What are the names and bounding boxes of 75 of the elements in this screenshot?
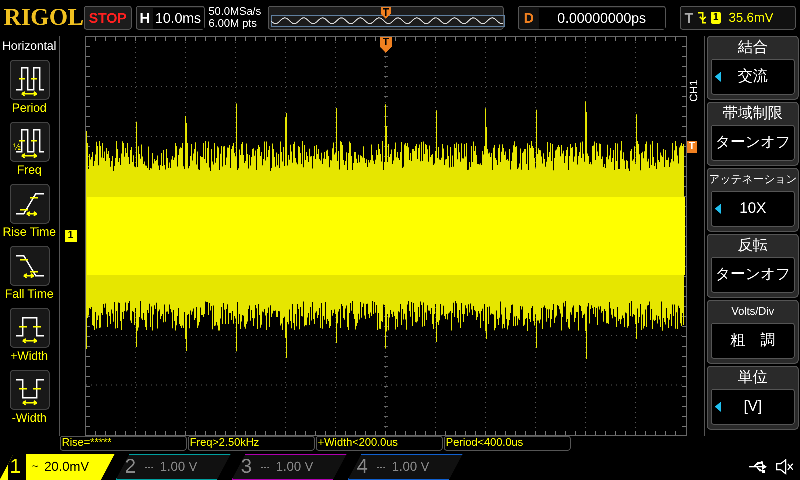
softkey-title: 結合 xyxy=(738,38,768,58)
channel-tab[interactable]: 3 ⎓ 1.00 V xyxy=(232,454,347,480)
selector-arrow-icon xyxy=(715,204,721,214)
measurement-readout: +Width<200.0us xyxy=(316,436,443,451)
softkey-title: 単位 xyxy=(738,368,768,388)
softkey-value: 10X xyxy=(740,198,766,219)
trigger-position-marker: T xyxy=(380,37,392,53)
channel-tab[interactable]: 4 ⎓ 1.00 V xyxy=(348,454,463,480)
measure-label: Rise Time xyxy=(2,224,56,240)
menu-softkey[interactable]: 反転 ターンオフ xyxy=(707,234,799,298)
falling-edge-icon xyxy=(697,11,708,25)
softkey-value: 粗 調 xyxy=(730,330,776,351)
delay-box[interactable]: D 0.00000000ps xyxy=(518,6,666,30)
measure-label: Period xyxy=(12,100,47,116)
selector-arrow-icon xyxy=(715,72,721,82)
measure-button[interactable] xyxy=(10,60,50,100)
trigger-position-marker xyxy=(380,7,391,19)
measurement-readout: Rise=***** xyxy=(60,436,187,451)
memory-depth: 6.00M pts xyxy=(208,18,258,30)
run-stop-button[interactable]: STOP xyxy=(84,6,132,30)
coupling-symbol: ⎓ xyxy=(261,460,270,475)
measure-label: +Width xyxy=(10,348,48,364)
trigger-source-badge: 1 xyxy=(711,12,721,24)
speaker-muted-icon xyxy=(776,459,794,475)
trigger-box[interactable]: T 1 35.6mV xyxy=(680,6,796,30)
delay-label: D xyxy=(523,8,536,28)
delay-value: 0.00000000ps xyxy=(539,8,665,28)
timebase-box[interactable]: H 10.0ms xyxy=(136,6,205,30)
menu-softkey[interactable]: 単位 [V] xyxy=(707,366,799,430)
menu-softkey[interactable]: アッテネーション 10X xyxy=(707,168,799,232)
channel-number: 1 xyxy=(8,452,26,480)
timebase-label: H xyxy=(138,8,151,28)
channel-scale: 1.00 V xyxy=(160,458,198,476)
channel-number: 4 xyxy=(357,455,370,480)
channel-scale: 20.0mV xyxy=(44,458,90,476)
coupling-symbol: ~ xyxy=(32,460,38,475)
timebase-value: 10.0ms xyxy=(152,8,204,28)
channel-tab[interactable]: 1 ~ 20.0mV xyxy=(0,454,115,480)
coupling-symbol: ⎓ xyxy=(145,460,154,475)
channel-number: 3 xyxy=(241,455,254,480)
channel-label: CH1 xyxy=(688,78,702,102)
channel-marker: 1 xyxy=(65,230,77,242)
menu-softkey[interactable]: 結合 交流 xyxy=(707,36,799,100)
measure-button[interactable] xyxy=(10,246,50,286)
menu-softkey[interactable]: Volts/Div 粗 調 xyxy=(707,300,799,364)
softkey-title: 反転 xyxy=(738,236,768,256)
menu-title: Horizontal xyxy=(2,38,57,55)
trigger-label: T xyxy=(684,8,694,28)
trigger-level: 35.6mV xyxy=(728,9,774,28)
measure-label: Freq xyxy=(17,162,42,178)
sample-rate: 50.0MSa/s xyxy=(208,6,262,18)
softkey-title: 帯域制限 xyxy=(723,104,783,124)
softkey-title: アッテネーション xyxy=(709,173,797,188)
selector-arrow-icon xyxy=(715,402,721,412)
measure-label: Fall Time xyxy=(5,286,54,302)
channel-tab[interactable]: 2 ⎓ 1.00 V xyxy=(116,454,231,480)
measure-button[interactable]: ½ xyxy=(10,122,50,162)
measure-button[interactable] xyxy=(10,308,50,348)
trigger-level-marker: T xyxy=(687,141,698,153)
channel-number: 2 xyxy=(125,455,138,480)
fraction-label: ½ xyxy=(14,143,22,152)
channel-scale: 1.00 V xyxy=(392,458,430,476)
menu-softkey[interactable]: 帯域制限 ターンオフ xyxy=(707,102,799,166)
coupling-symbol: ⎓ xyxy=(377,460,386,475)
channel-scale: 1.00 V xyxy=(276,458,314,476)
measure-button[interactable] xyxy=(10,184,50,224)
measurement-readout: Period<400.0us xyxy=(444,436,571,451)
measure-label: -Width xyxy=(12,410,47,426)
softkey-value: [V] xyxy=(744,396,762,417)
softkey-value: ターンオフ xyxy=(716,132,790,153)
measurement-readout: Freq>2.50kHz xyxy=(188,436,315,451)
measure-button[interactable] xyxy=(10,370,50,410)
softkey-title: Volts/Div xyxy=(732,305,774,320)
softkey-value: ターンオフ xyxy=(716,264,790,285)
softkey-value: 交流 xyxy=(738,66,768,87)
